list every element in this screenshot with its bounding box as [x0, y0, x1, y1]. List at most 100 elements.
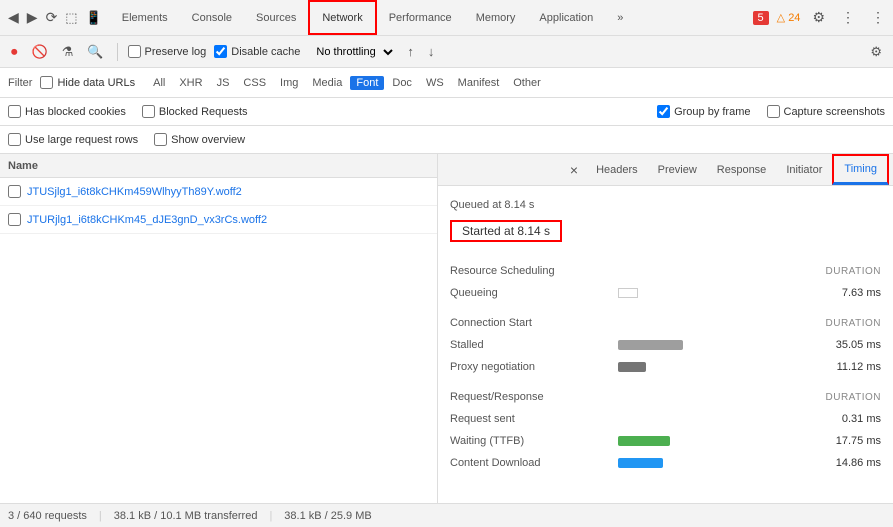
group-by-frame-input[interactable] — [657, 105, 670, 118]
timing-content: Queued at 8.14 s Started at 8.14 s Resou… — [438, 186, 893, 503]
tab-network[interactable]: Network — [308, 0, 376, 35]
file-name-0: JTUSjlg1_i6t8kCHKm459WlhyyTh89Y.woff2 — [27, 186, 242, 198]
ttfb-bar — [618, 436, 670, 446]
file-list: Name JTUSjlg1_i6t8kCHKm459WlhyyTh89Y.wof… — [0, 154, 438, 503]
resources-size: 38.1 kB / 25.9 MB — [284, 510, 371, 522]
devtools-tab-bar: ◀ ▶ ⟳ ⬚ 📱 Elements Console Sources Netwo… — [0, 0, 893, 36]
stalled-value: 35.05 ms — [801, 339, 881, 351]
filter-media[interactable]: Media — [306, 76, 348, 90]
tab-sources[interactable]: Sources — [244, 0, 308, 35]
preserve-log-input[interactable] — [128, 45, 141, 58]
use-large-rows-input[interactable] — [8, 133, 21, 146]
disable-cache-input[interactable] — [214, 45, 227, 58]
upload-button[interactable]: ↑ — [404, 41, 417, 62]
nav-refresh-button[interactable]: ⟳ — [42, 5, 62, 30]
detail-tabs: × Headers Preview Response Initiator Tim… — [438, 154, 893, 186]
file-item-0[interactable]: JTUSjlg1_i6t8kCHKm459WlhyyTh89Y.woff2 — [0, 178, 437, 206]
has-blocked-cookies-input[interactable] — [8, 105, 21, 118]
content-download-label: Content Download — [450, 457, 610, 469]
hide-data-urls-checkbox[interactable]: Hide data URLs — [40, 76, 135, 89]
disable-cache-checkbox[interactable]: Disable cache — [214, 45, 300, 58]
blocked-requests-input[interactable] — [142, 105, 155, 118]
file-item-checkbox-0[interactable] — [8, 185, 21, 198]
timing-row-content-download: Content Download 14.86 ms — [450, 452, 881, 474]
tab-elements[interactable]: Elements — [110, 0, 180, 35]
filter-button[interactable]: ⚗ — [59, 41, 77, 63]
proxy-label: Proxy negotiation — [450, 361, 610, 373]
filter-img[interactable]: Img — [274, 76, 304, 90]
stalled-bar — [618, 340, 683, 350]
settings-button[interactable]: ⚙ — [808, 5, 829, 30]
tab-console[interactable]: Console — [180, 0, 244, 35]
request-sent-value: 0.31 ms — [801, 413, 881, 425]
stop-button[interactable]: 🚫 — [29, 41, 51, 63]
timing-row-ttfb: Waiting (TTFB) 17.75 ms — [450, 430, 881, 452]
file-list-header: Name — [0, 154, 437, 178]
file-item-checkbox-1[interactable] — [8, 213, 21, 226]
file-name-1: JTURjlg1_i6t8kCHKm45_dJE3gnD_vx3rCs.woff… — [27, 214, 267, 226]
connection-duration-label: DURATION — [826, 318, 881, 329]
has-blocked-cookies-checkbox[interactable]: Has blocked cookies — [8, 105, 126, 118]
nav-forward-button[interactable]: ▶ — [23, 5, 42, 30]
more-button[interactable]: ⋮ — [837, 5, 859, 30]
tab-initiator[interactable]: Initiator — [776, 154, 832, 185]
filter-js[interactable]: JS — [211, 76, 236, 90]
hide-data-urls-input[interactable] — [40, 76, 53, 89]
detach-button[interactable]: ⋮ — [867, 5, 889, 30]
proxy-bar-area — [618, 362, 793, 372]
queueing-value: 7.63 ms — [801, 287, 881, 299]
filter-doc[interactable]: Doc — [386, 76, 418, 90]
content-download-bar — [618, 458, 663, 468]
tab-response[interactable]: Response — [707, 154, 777, 185]
queueing-bar — [618, 288, 638, 298]
filter-ws[interactable]: WS — [420, 76, 450, 90]
started-label: Started at 8.14 s — [462, 224, 550, 238]
filter-manifest[interactable]: Manifest — [452, 76, 506, 90]
search-button[interactable]: 🔍 — [84, 41, 106, 63]
file-item-1[interactable]: JTURjlg1_i6t8kCHKm45_dJE3gnD_vx3rCs.woff… — [0, 206, 437, 234]
download-button[interactable]: ↓ — [425, 41, 438, 62]
request-sent-label: Request sent — [450, 413, 610, 425]
tab-timing[interactable]: Timing — [832, 154, 889, 185]
detail-close-button[interactable]: × — [562, 162, 586, 178]
filter-row: Filter Hide data URLs All XHR JS CSS Img… — [0, 68, 893, 98]
filter-font[interactable]: Font — [350, 76, 384, 90]
tab-more[interactable]: » — [605, 0, 635, 35]
network-settings-button[interactable]: ⚙ — [867, 41, 885, 63]
stalled-label: Stalled — [450, 339, 610, 351]
throttle-select[interactable]: No throttling — [308, 43, 396, 61]
show-overview-input[interactable] — [154, 133, 167, 146]
filter-css[interactable]: CSS — [237, 76, 272, 90]
tab-preview[interactable]: Preview — [648, 154, 707, 185]
warning-count[interactable]: △ 24 — [777, 11, 801, 24]
queued-row: Queued at 8.14 s — [450, 194, 881, 216]
record-button[interactable]: ⏺ — [8, 41, 21, 63]
filter-other[interactable]: Other — [507, 76, 547, 90]
use-large-rows-checkbox[interactable]: Use large request rows — [8, 133, 138, 146]
group-by-frame-checkbox[interactable]: Group by frame — [657, 105, 750, 118]
blocked-requests-checkbox[interactable]: Blocked Requests — [142, 105, 248, 118]
device-toggle-button[interactable]: 📱 — [82, 6, 106, 30]
filter-types: All XHR JS CSS Img Media Font Doc WS Man… — [147, 76, 547, 90]
queueing-label: Queueing — [450, 287, 610, 299]
queued-label: Queued at 8.14 s — [450, 199, 534, 211]
filter-all[interactable]: All — [147, 76, 171, 90]
filter-xhr[interactable]: XHR — [173, 76, 208, 90]
tab-performance[interactable]: Performance — [377, 0, 464, 35]
inspect-button[interactable]: ⬚ — [61, 6, 81, 30]
tab-memory[interactable]: Memory — [464, 0, 528, 35]
started-box: Started at 8.14 s — [450, 220, 562, 242]
show-overview-checkbox[interactable]: Show overview — [154, 133, 245, 146]
proxy-value: 11.12 ms — [801, 361, 881, 373]
options-row-1: Has blocked cookies Blocked Requests Gro… — [0, 98, 893, 126]
detail-panel: × Headers Preview Response Initiator Tim… — [438, 154, 893, 503]
transferred-size: 38.1 kB / 10.1 MB transferred — [114, 510, 258, 522]
tab-headers[interactable]: Headers — [586, 154, 648, 185]
preserve-log-checkbox[interactable]: Preserve log — [128, 45, 207, 58]
error-count[interactable]: 5 — [753, 11, 769, 25]
timing-row-queueing: Queueing 7.63 ms — [450, 282, 881, 304]
nav-back-button[interactable]: ◀ — [4, 5, 23, 30]
tab-application[interactable]: Application — [527, 0, 605, 35]
capture-screenshots-input[interactable] — [767, 105, 780, 118]
capture-screenshots-checkbox[interactable]: Capture screenshots — [767, 105, 886, 118]
